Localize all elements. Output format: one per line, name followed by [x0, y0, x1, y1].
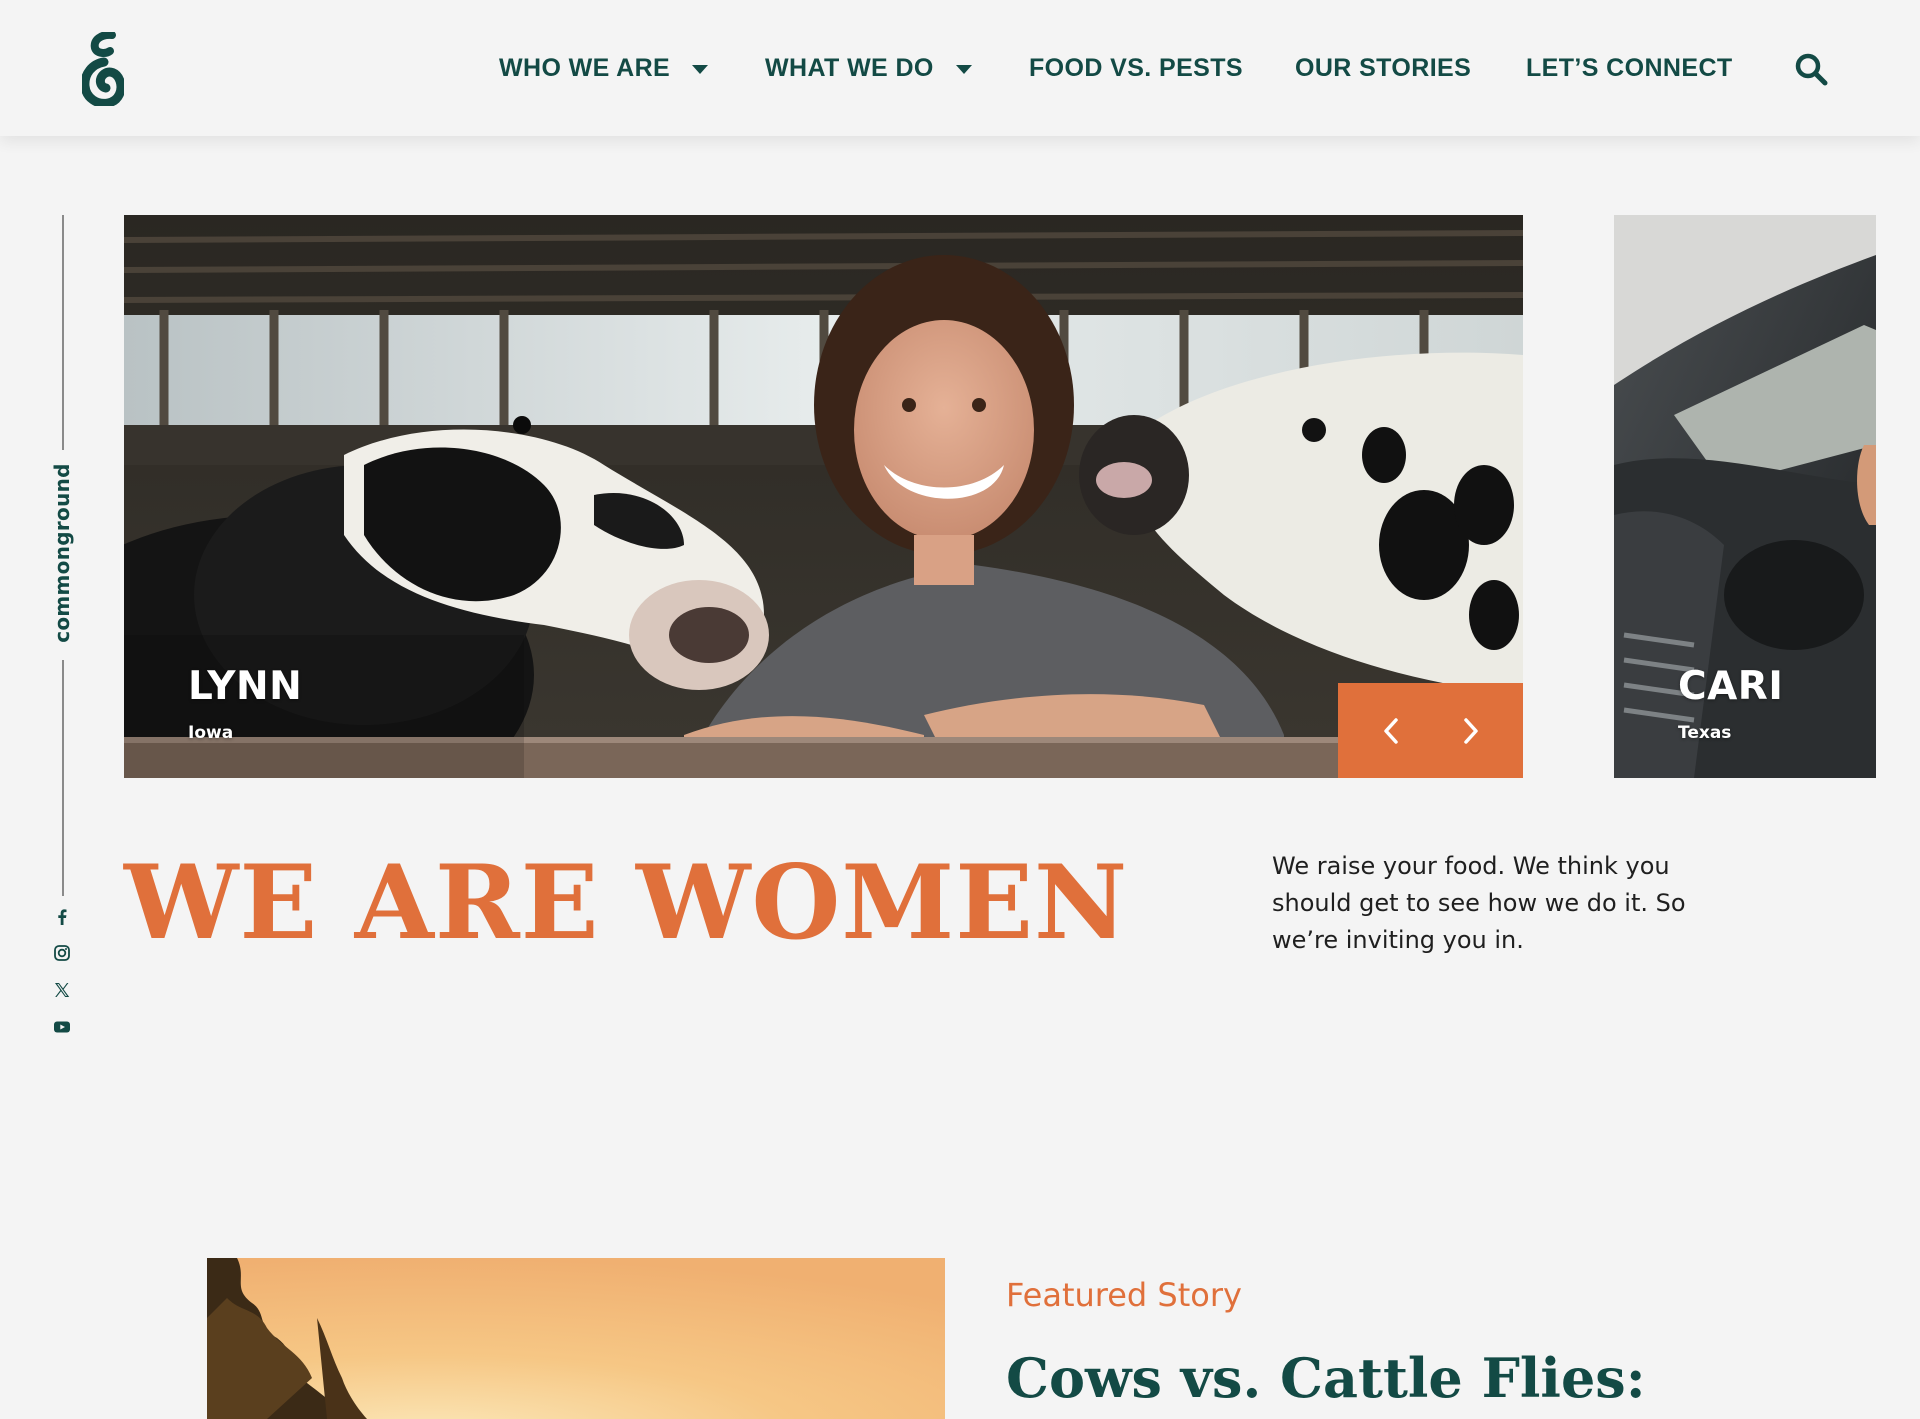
rail-divider-top	[62, 215, 64, 450]
caret-down-icon	[692, 64, 709, 74]
brand-vertical-text: commonground	[50, 463, 74, 643]
hero-title: WE ARE WOMEN	[124, 843, 1129, 963]
slider-next-button[interactable]	[1431, 683, 1511, 778]
site-header: WHO WE ARE WHAT WE DO FOOD VS. PESTS OUR…	[0, 0, 1920, 136]
chevron-right-icon	[1463, 717, 1478, 744]
nav-our-stories[interactable]: OUR STORIES	[1295, 52, 1471, 84]
featured-title[interactable]: Cows vs. Cattle Flies:	[1006, 1346, 1646, 1410]
hero-description: We raise your food. We think you should …	[1272, 852, 1686, 954]
slide-cari[interactable]: CARI Texas	[1614, 215, 1876, 778]
nav-label: WHAT WE DO	[765, 53, 934, 82]
slide-name: CARI	[1678, 664, 1784, 709]
caret-down-icon	[955, 64, 972, 74]
nav-label: WHO WE ARE	[499, 53, 671, 82]
slide-state: Iowa	[188, 723, 234, 743]
nav-who-we-are[interactable]: WHO WE ARE	[499, 52, 709, 84]
slider-controls	[1338, 683, 1523, 778]
featured-story-image[interactable]	[207, 1258, 945, 1419]
slide-lynn[interactable]: LYNN Iowa	[124, 215, 1523, 778]
rail-divider-bottom	[62, 660, 64, 896]
slide-state: Texas	[1678, 723, 1732, 743]
slide-photo	[124, 215, 1523, 778]
commonground-logo[interactable]	[82, 32, 124, 106]
nav-label: OUR STORIES	[1295, 53, 1472, 82]
nav-lets-connect[interactable]: LET’S CONNECT	[1526, 52, 1733, 84]
x-icon[interactable]	[53, 981, 71, 999]
nav-label: FOOD VS. PESTS	[1029, 53, 1243, 82]
nav-label: LET’S CONNECT	[1526, 53, 1733, 82]
search-icon[interactable]	[1794, 52, 1828, 86]
instagram-icon[interactable]	[53, 944, 71, 962]
featured-photo	[207, 1258, 945, 1419]
nav-food-vs-pests[interactable]: FOOD VS. PESTS	[1029, 52, 1243, 84]
nav-what-we-do[interactable]: WHAT WE DO	[765, 52, 972, 84]
featured-eyebrow: Featured Story	[1006, 1276, 1242, 1314]
chevron-left-icon	[1383, 717, 1398, 744]
slide-name: LYNN	[188, 664, 303, 709]
youtube-icon[interactable]	[53, 1018, 71, 1036]
facebook-icon[interactable]	[53, 908, 71, 926]
slider-prev-button[interactable]	[1351, 683, 1431, 778]
